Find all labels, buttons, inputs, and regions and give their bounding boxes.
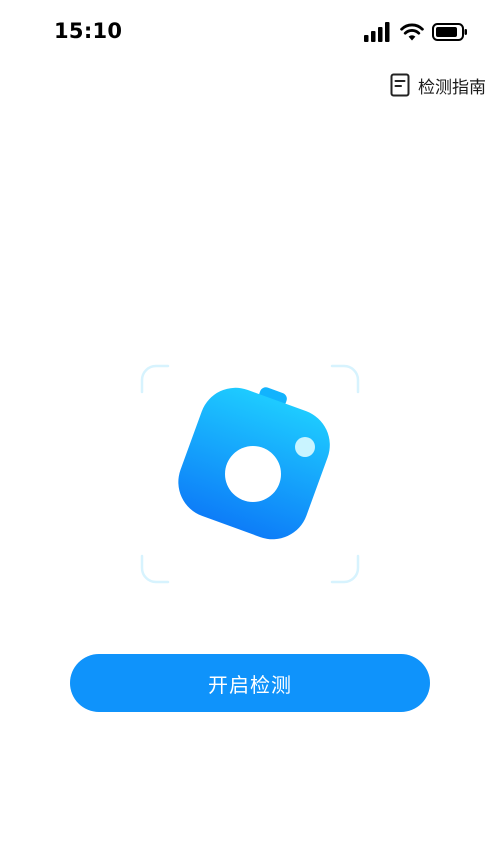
wifi-icon: [400, 23, 424, 41]
scan-area: [140, 364, 360, 584]
guide-link[interactable]: 检测指南: [390, 72, 486, 98]
start-detection-button[interactable]: 开启检测: [70, 654, 430, 712]
guide-label: 检测指南: [418, 77, 486, 98]
signal-icon: [364, 22, 390, 42]
camera-icon: [178, 387, 330, 540]
status-time: 15:10: [54, 19, 123, 43]
book-icon: [390, 73, 410, 97]
status-bar: 15:10: [0, 0, 500, 66]
battery-icon: [432, 23, 467, 41]
